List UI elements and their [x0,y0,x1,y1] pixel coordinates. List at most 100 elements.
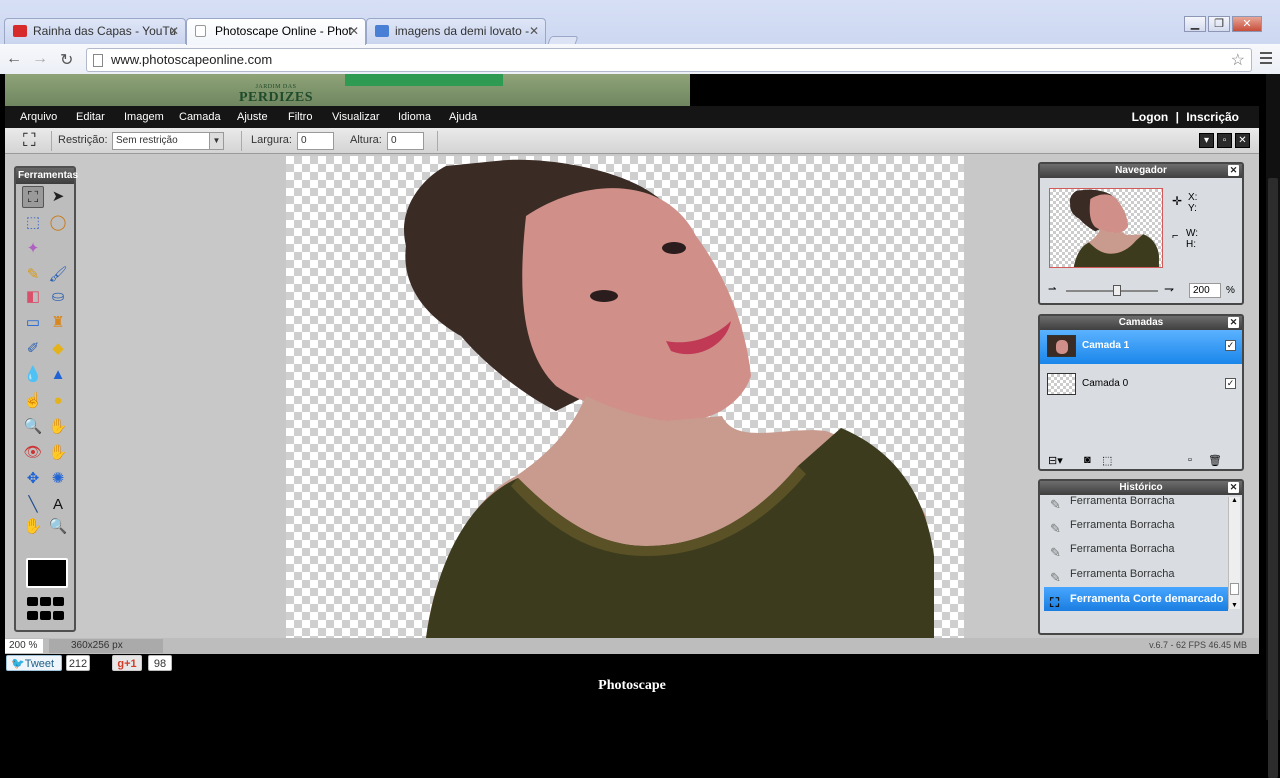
image-canvas[interactable] [286,156,964,638]
panel-close-button[interactable]: ✕ [1235,133,1250,148]
gradient-tool-icon[interactable]: ▭ [22,312,44,334]
gplus-button[interactable]: g+1 [112,655,142,671]
layer-visibility-checkbox[interactable]: ✓ [1225,340,1236,351]
page-scrollbar[interactable] [1266,74,1280,778]
layer-mask-icon[interactable]: ◙ [1084,454,1091,466]
layer-thumbnail [1047,335,1076,357]
bookmark-star-icon[interactable]: ☆ [1231,50,1245,70]
restriction-select[interactable]: Sem restrição ▼ [112,132,224,150]
page-scrollbar-thumb[interactable] [1268,178,1278,778]
tab-close-icon[interactable]: ✕ [349,19,359,43]
menu-editar[interactable]: Editar [76,111,105,123]
trash-icon[interactable]: 🗑 [1208,454,1222,467]
back-icon[interactable]: ← [6,50,22,68]
browser-menu-icon[interactable] [1260,52,1272,67]
sponge-tool-icon[interactable]: ● [47,390,69,412]
blur-tool-icon[interactable]: 💧 [22,364,44,386]
dodge-tool-icon[interactable]: ✋ [47,416,69,438]
ad-banner[interactable]: JARDIM DAS PERDIZES [5,74,690,106]
scrollbar-thumb[interactable] [1230,583,1239,595]
logon-link[interactable]: Logon [1132,110,1169,124]
tab-close-icon[interactable]: ✕ [169,19,179,43]
tool-options-bar: ⛶ Restrição: Sem restrição ▼ Largura: 0 … [5,128,1259,154]
zoom-tool-icon[interactable]: 🔍 [47,516,69,538]
shape-tool-icon[interactable]: ◆ [47,338,69,360]
width-input[interactable]: 0 [297,132,334,150]
signup-link[interactable]: Inscrição [1186,110,1239,124]
history-item[interactable]: ✎ Ferramenta Borracha [1044,562,1228,586]
sharpen-tool-icon[interactable]: ▲ [47,364,69,386]
scroll-down-icon[interactable]: ▼ [1229,602,1240,609]
layer-visibility-checkbox[interactable]: ✓ [1225,378,1236,389]
reload-icon[interactable]: ↻ [60,50,73,70]
burn-tool-icon[interactable]: 🔍 [22,416,44,438]
line-tool-icon[interactable]: ╲ [22,494,44,516]
close-window-button[interactable]: ✕ [1232,16,1262,32]
history-item[interactable]: ✎ Ferramenta Borracha [1044,495,1228,513]
stamp-tool-icon[interactable]: ♜ [47,312,69,334]
menu-ajuda[interactable]: Ajuda [449,111,477,123]
address-bar[interactable]: www.photoscapeonline.com ☆ [86,48,1252,72]
color-palette[interactable] [26,596,68,624]
menu-filtro[interactable]: Filtro [288,111,312,123]
layer-row[interactable]: Camada 1 ✓ [1040,330,1242,364]
colorpicker-tool-icon[interactable]: ✐ [22,338,44,360]
history-item[interactable]: ⛶ Ferramenta Corte demarcado [1044,587,1228,611]
layer-options-icon[interactable]: ⊟▾ [1048,454,1063,467]
hand-tool-icon[interactable]: ✋ [22,516,44,538]
history-item[interactable]: ✎ Ferramenta Borracha [1044,513,1228,537]
height-label: Altura: [350,134,382,146]
scroll-up-icon[interactable]: ▲ [1229,497,1240,504]
panel-maximize-button[interactable]: ▫ [1217,133,1232,148]
bloat-tool-icon[interactable]: ✋ [47,442,69,464]
zoom-out-icon[interactable]: ⇀ [1048,284,1056,295]
foreground-color-swatch[interactable] [26,558,68,588]
marquee-tool-icon[interactable]: ⬚ [22,212,44,234]
layer-row[interactable]: Camada 0 ✓ [1040,368,1242,402]
tab-google-images[interactable]: imagens da demi lovato - ✕ [366,18,546,44]
layer-style-icon[interactable]: ⬚ [1102,454,1112,467]
pencil-tool-icon[interactable]: ✎ [22,264,44,286]
layers-title: Camadas ✕ [1040,316,1242,330]
history-item[interactable]: ✎ Ferramenta Borracha [1044,537,1228,561]
tab-photoscape[interactable]: Photoscape Online - Phot ✕ [186,18,366,45]
redeye-tool-icon[interactable]: 👁 [22,442,44,464]
fill-tool-icon[interactable]: ⛀ [47,286,69,308]
forward-icon[interactable]: → [32,50,48,68]
pinch-tool-icon[interactable]: ✥ [22,468,44,490]
magic-wand-tool-icon[interactable]: ✦ [22,238,44,260]
maximize-button[interactable]: ❐ [1208,16,1230,32]
smudge-tool-icon[interactable]: ☝ [22,390,44,412]
eraser-tool-icon[interactable]: ◧ [22,286,44,308]
chevron-down-icon[interactable]: ▼ [209,133,223,149]
brush-tool-icon[interactable]: 🖌 [47,264,69,286]
menu-ajuste[interactable]: Ajuste [237,111,268,123]
zoom-level[interactable]: 200 % [5,639,43,653]
menu-imagem[interactable]: Imagem [124,111,164,123]
close-icon[interactable]: ✕ [1228,482,1239,493]
lasso-tool-icon[interactable]: ◯ [47,212,69,234]
navigator-thumbnail[interactable] [1049,188,1163,268]
tab-youtube[interactable]: Rainha das Capas - YouTu ✕ [4,18,186,44]
menu-visualizar[interactable]: Visualizar [332,111,380,123]
close-icon[interactable]: ✕ [1228,317,1239,328]
tweet-button[interactable]: 🐦Tweet [6,655,62,671]
minimize-button[interactable]: ▁ [1184,16,1206,32]
move-tool-icon[interactable]: ➤ [47,186,69,208]
zoom-input[interactable]: 200 [1189,283,1221,298]
crop-tool-icon[interactable]: ⛶ [22,186,44,208]
menu-camada[interactable]: Camada [179,111,221,123]
tab-close-icon[interactable]: ✕ [529,19,539,43]
panel-minimize-button[interactable]: ▾ [1199,133,1214,148]
zoom-slider-handle[interactable] [1112,285,1121,296]
zoom-slider[interactable] [1066,285,1158,296]
new-layer-icon[interactable]: ▫ [1188,454,1192,466]
history-scrollbar[interactable]: ▲ ▼ [1228,497,1240,609]
close-icon[interactable]: ✕ [1228,165,1239,176]
menu-idioma[interactable]: Idioma [398,111,431,123]
spherize-tool-icon[interactable]: ✺ [47,468,69,490]
menu-arquivo[interactable]: Arquivo [20,111,57,123]
height-input[interactable]: 0 [387,132,424,150]
text-tool-icon[interactable]: A [47,494,69,516]
zoom-in-icon[interactable]: ⇁ [1164,282,1174,296]
